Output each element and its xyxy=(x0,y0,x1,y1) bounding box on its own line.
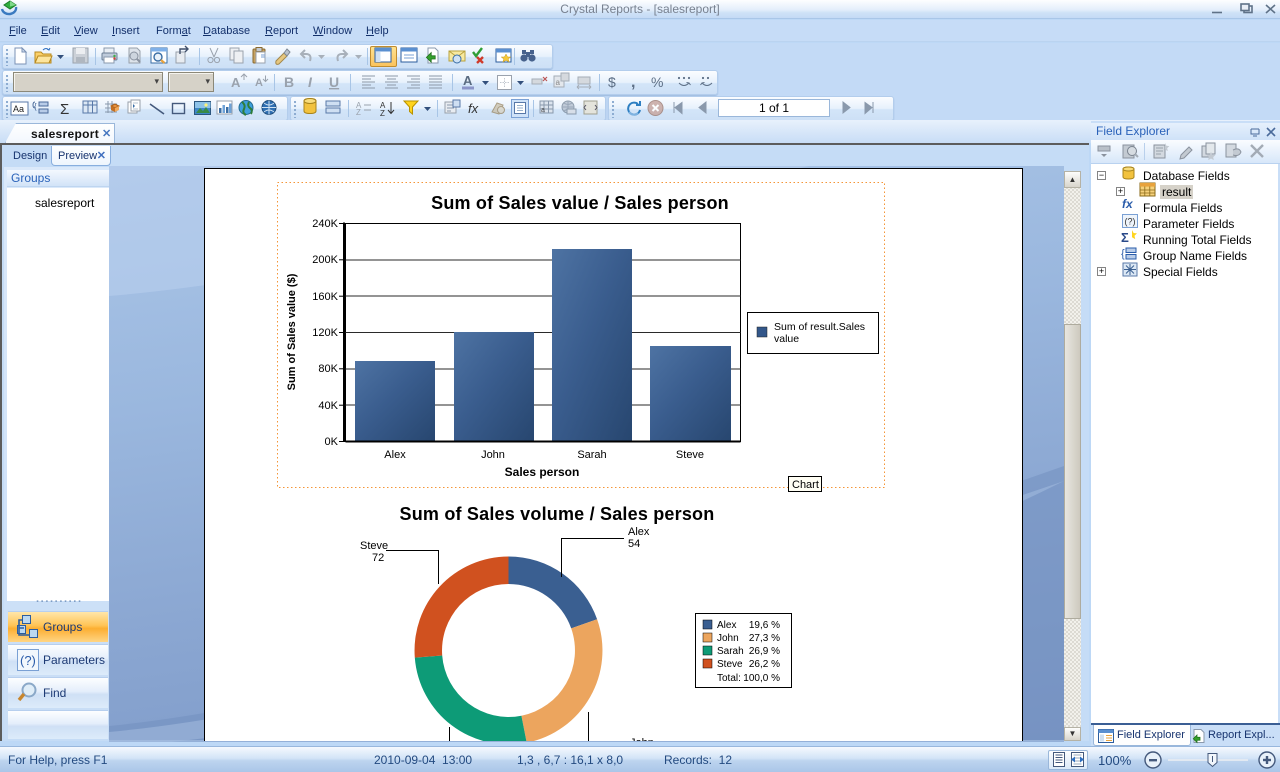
svg-text:B: B xyxy=(284,74,294,90)
svg-text:John: John xyxy=(481,449,505,461)
svg-text:John: John xyxy=(630,737,654,741)
svg-text:Sarah: Sarah xyxy=(717,646,744,657)
svg-text:(?): (?) xyxy=(20,653,36,668)
svg-text:Sum of result.Sales: Sum of result.Sales xyxy=(774,321,865,333)
svg-text:{: { xyxy=(34,102,37,111)
svg-text:40K: 40K xyxy=(318,400,338,412)
svg-text:160K: 160K xyxy=(312,291,338,303)
svg-text:Alex: Alex xyxy=(717,620,736,631)
svg-text:Sarah: Sarah xyxy=(577,449,606,461)
svg-text:26,9 %: 26,9 % xyxy=(749,646,780,657)
svg-text:Sum of Sales volume / Sales pe: Sum of Sales volume / Sales person xyxy=(400,504,715,524)
svg-text:27,3 %: 27,3 % xyxy=(749,633,780,644)
svg-text:120K: 120K xyxy=(312,327,338,339)
svg-text:54: 54 xyxy=(628,538,640,550)
svg-text:Σ: Σ xyxy=(1121,230,1129,245)
svg-text:a: a xyxy=(556,78,561,87)
svg-text:Z: Z xyxy=(380,109,385,118)
svg-text:240K: 240K xyxy=(312,218,338,230)
svg-text:A: A xyxy=(463,73,473,88)
svg-text:(?): (?) xyxy=(1125,217,1136,227)
svg-text:U: U xyxy=(329,74,339,90)
svg-text:100,0 %: 100,0 % xyxy=(743,673,780,684)
svg-text:fx: fx xyxy=(468,101,479,116)
svg-text:Steve: Steve xyxy=(717,659,743,670)
svg-text:Sales person: Sales person xyxy=(505,465,580,479)
svg-text:Z: Z xyxy=(356,108,361,117)
svg-text:I: I xyxy=(308,74,313,90)
svg-text:value: value xyxy=(774,333,799,345)
svg-text:Total:: Total: xyxy=(717,673,741,684)
svg-text:72: 72 xyxy=(372,552,384,564)
svg-text:John: John xyxy=(717,633,739,644)
svg-text:80K: 80K xyxy=(318,363,338,375)
svg-text:Σ: Σ xyxy=(60,101,69,118)
svg-text:Steve: Steve xyxy=(360,540,388,552)
svg-text:a: a xyxy=(541,107,545,114)
svg-text:$: $ xyxy=(608,74,616,90)
svg-text:26,2 %: 26,2 % xyxy=(749,659,780,670)
svg-text:{: { xyxy=(1121,248,1125,260)
svg-text:,: , xyxy=(631,74,635,91)
svg-text:Sum of Sales value / Sales per: Sum of Sales value / Sales person xyxy=(431,193,729,213)
svg-text:fx: fx xyxy=(1122,197,1134,211)
svg-text:Alex: Alex xyxy=(628,526,650,538)
svg-text:200K: 200K xyxy=(312,254,338,266)
svg-text:Alex: Alex xyxy=(384,449,406,461)
svg-text:Sum of Sales value ($): Sum of Sales value ($) xyxy=(286,273,298,390)
svg-text:0K: 0K xyxy=(325,436,339,448)
svg-text:%: % xyxy=(651,74,663,90)
svg-text:A: A xyxy=(255,77,263,89)
svg-text:Chart: Chart xyxy=(792,479,819,491)
svg-text:Steve: Steve xyxy=(676,449,704,461)
svg-text:Aa: Aa xyxy=(13,104,24,114)
svg-text:19,6 %: 19,6 % xyxy=(749,620,780,631)
svg-text:A: A xyxy=(231,75,241,90)
